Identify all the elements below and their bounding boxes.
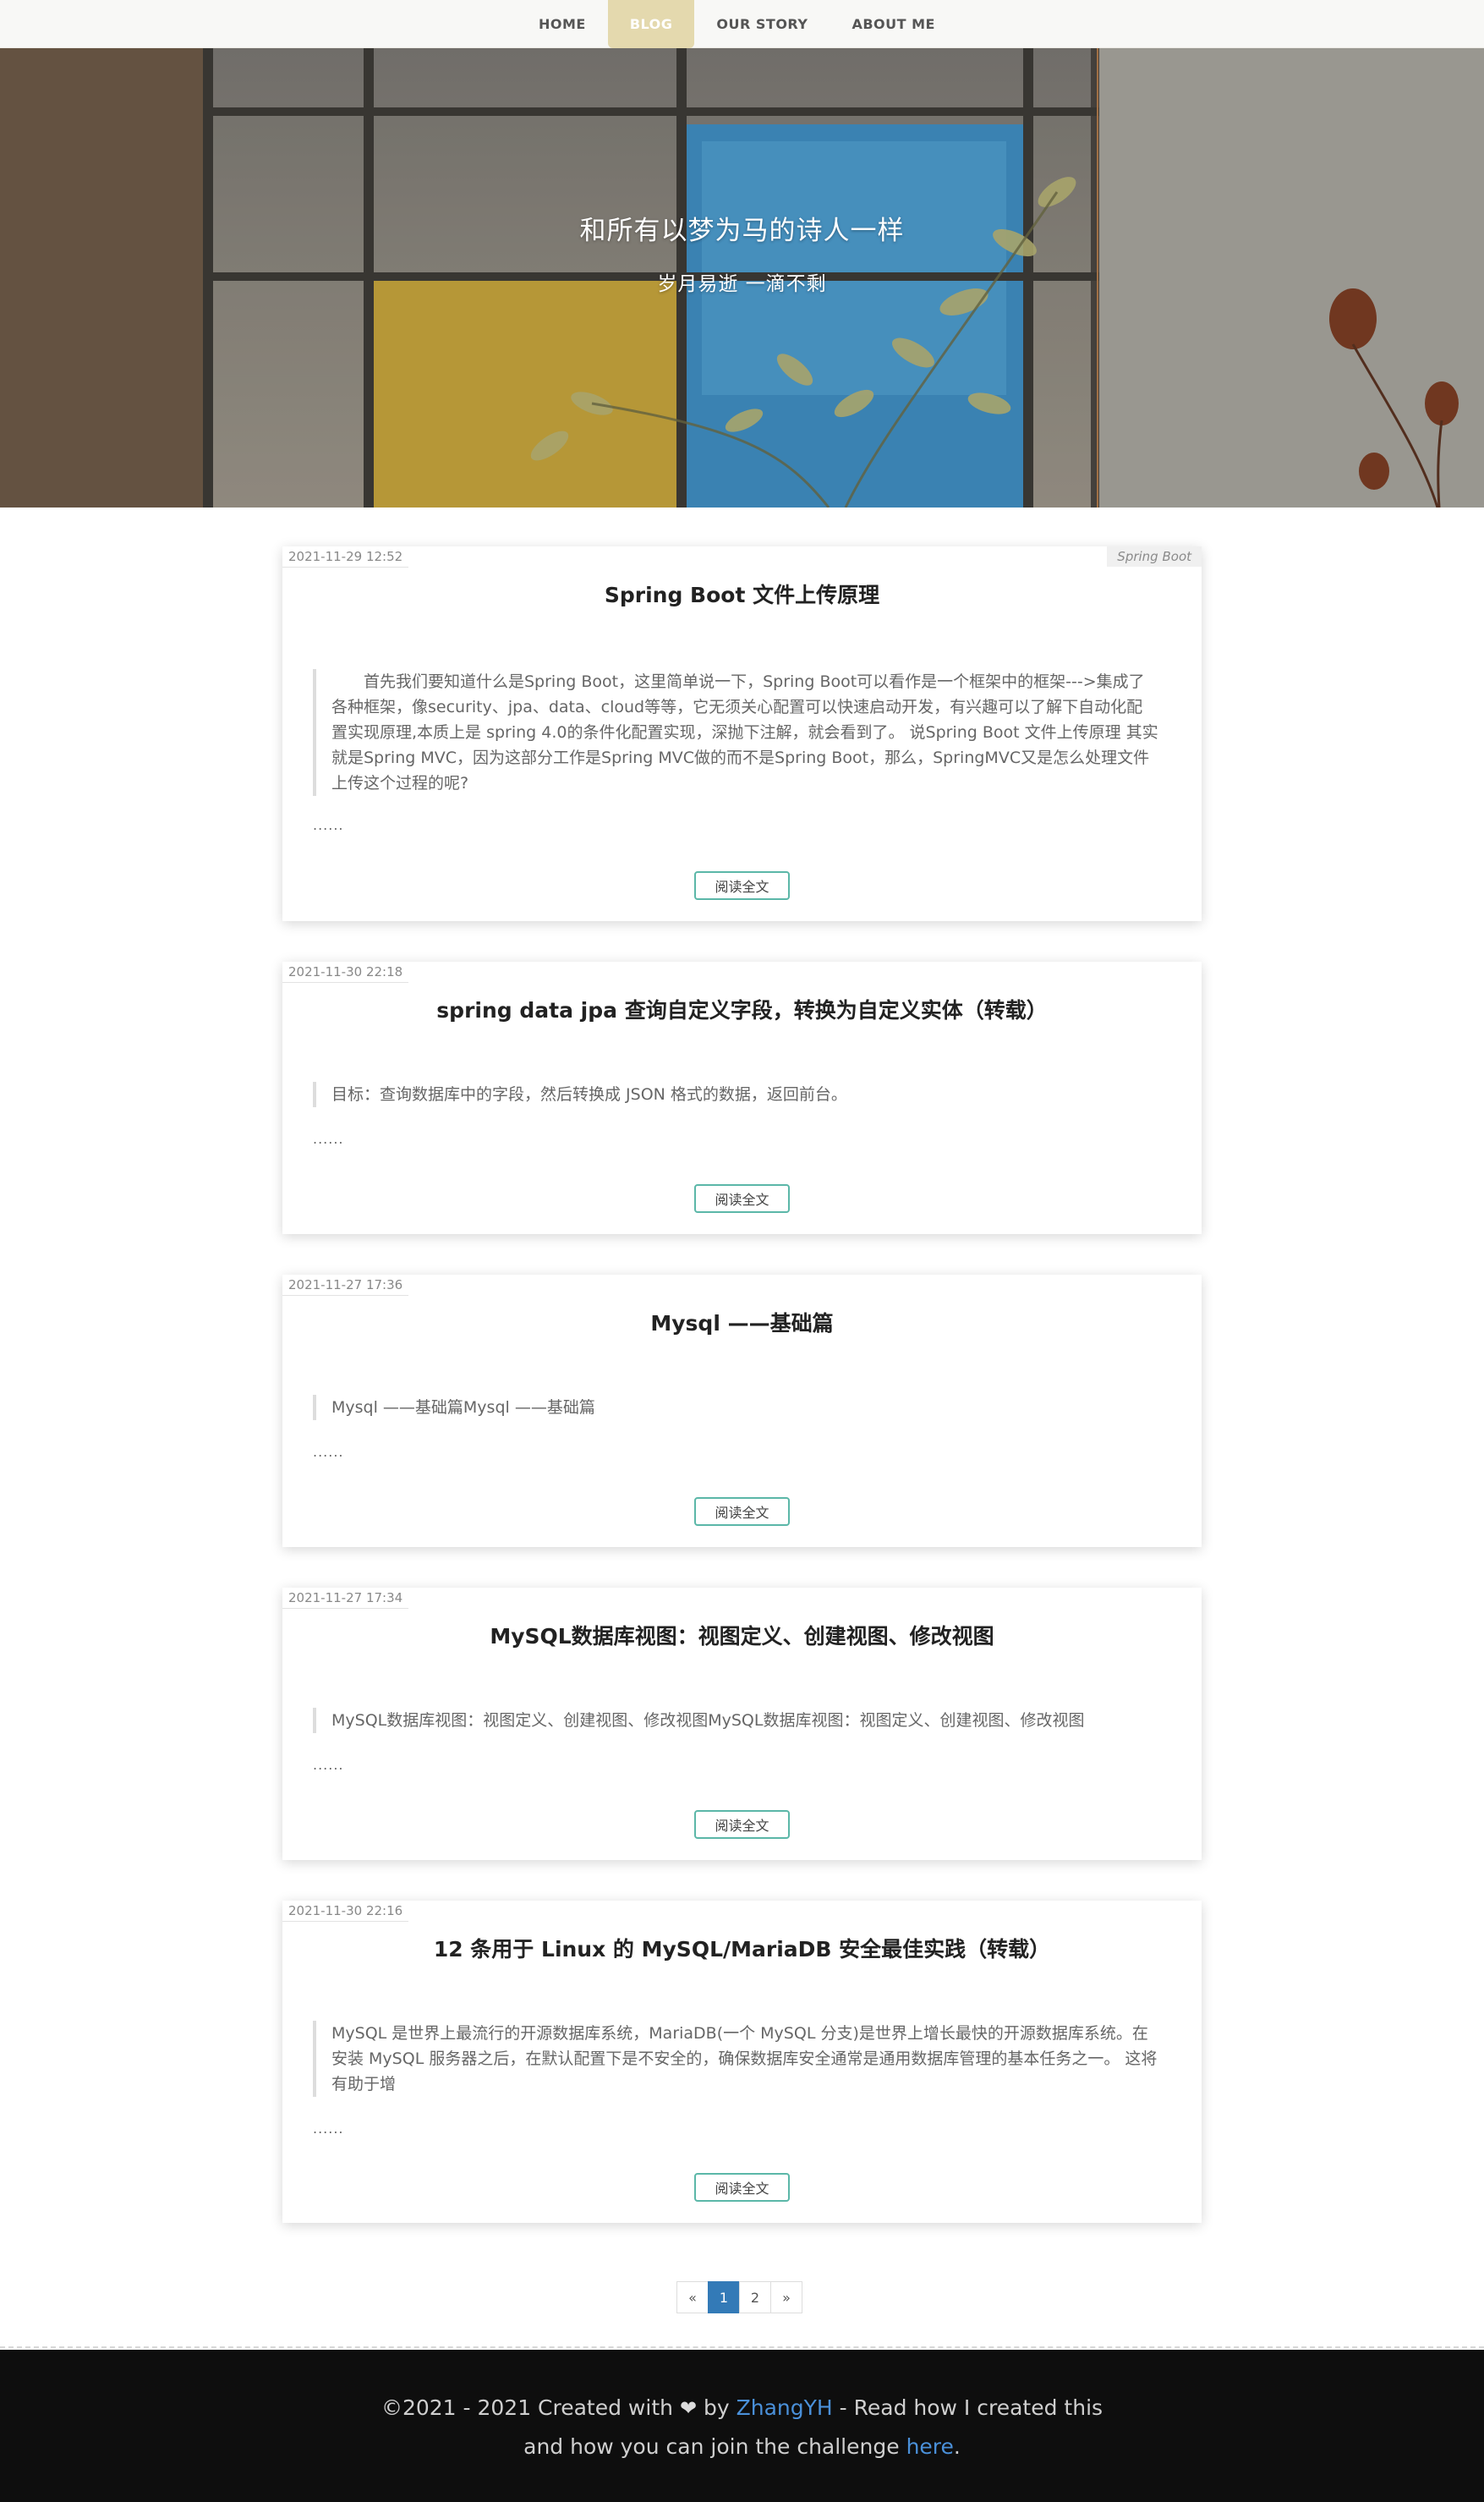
post-card: 2021-11-29 12:52 Spring Boot Spring Boot… <box>282 546 1202 921</box>
footer-by: by <box>704 2395 730 2420</box>
read-more-button[interactable]: 阅读全文 <box>694 1497 790 1526</box>
footer-copyright: ©2021 - 2021 Created with <box>381 2395 673 2420</box>
post-excerpt: 首先我们要知道什么是Spring Boot，这里简单说一下，Spring Boo… <box>313 669 1158 796</box>
post-card: 2021-11-27 17:34 MySQL数据库视图：视图定义、创建视图、修改… <box>282 1588 1202 1860</box>
footer-author-link[interactable]: ZhangYH <box>737 2395 833 2420</box>
post-date: 2021-11-30 22:18 <box>282 962 409 983</box>
post-card: 2021-11-30 22:18 spring data jpa 查询自定义字段… <box>282 962 1202 1234</box>
post-title[interactable]: MySQL数据库视图：视图定义、创建视图、修改视图 <box>282 1620 1202 1650</box>
pagination-next[interactable]: » <box>770 2281 802 2313</box>
read-more-button[interactable]: 阅读全文 <box>694 1810 790 1839</box>
nav-item-our-story[interactable]: OUR STORY <box>694 0 830 48</box>
post-ellipsis: ...... <box>313 1444 344 1460</box>
footer-suffix: . <box>953 2434 961 2459</box>
hero-banner: 和所有以梦为马的诗人一样 岁月易逝 一滴不剩 <box>0 48 1484 508</box>
pagination-prev[interactable]: « <box>676 2281 709 2313</box>
pagination-page-2[interactable]: 2 <box>739 2281 771 2313</box>
post-category-tag[interactable]: Spring Boot <box>1107 546 1202 567</box>
post-date: 2021-11-29 12:52 <box>282 546 409 568</box>
post-ellipsis: ...... <box>313 2121 344 2137</box>
post-title[interactable]: Spring Boot 文件上传原理 <box>282 579 1202 609</box>
read-more-button[interactable]: 阅读全文 <box>694 871 790 900</box>
read-more-button[interactable]: 阅读全文 <box>694 1184 790 1213</box>
post-excerpt: MySQL 是世界上最流行的开源数据库系统，MariaDB(一个 MySQL 分… <box>313 2021 1158 2097</box>
nav-item-blog[interactable]: BLOG <box>607 0 695 48</box>
post-excerpt: MySQL数据库视图：视图定义、创建视图、修改视图MySQL数据库视图：视图定义… <box>313 1708 1158 1733</box>
post-date: 2021-11-30 22:16 <box>282 1901 409 1922</box>
footer: ©2021 - 2021 Created with ❤ by ZhangYH -… <box>0 2350 1484 2502</box>
pagination-page-1[interactable]: 1 <box>708 2281 740 2313</box>
post-excerpt: Mysql ——基础篇Mysql ——基础篇 <box>313 1395 1158 1420</box>
nav-menu: HOME BLOG OUR STORY ABOUT ME <box>517 0 957 48</box>
hero-title: 和所有以梦为马的诗人一样 <box>579 216 905 246</box>
footer-here-link[interactable]: here <box>906 2434 954 2459</box>
post-excerpt: 目标：查询数据库中的字段，然后转换成 JSON 格式的数据，返回前台。 <box>313 1082 1158 1107</box>
post-date: 2021-11-27 17:36 <box>282 1275 409 1296</box>
nav-item-home[interactable]: HOME <box>517 0 608 48</box>
heart-icon: ❤ <box>679 2396 698 2420</box>
post-date: 2021-11-27 17:34 <box>282 1588 409 1609</box>
post-title[interactable]: spring data jpa 查询自定义字段，转换为自定义实体（转载） <box>282 994 1202 1024</box>
hero-subtitle: 岁月易逝 一滴不剩 <box>657 273 827 295</box>
post-ellipsis: ...... <box>313 1757 344 1773</box>
nav-item-about-me[interactable]: ABOUT ME <box>830 0 957 48</box>
post-title[interactable]: 12 条用于 Linux 的 MySQL/MariaDB 安全最佳实践（转载） <box>282 1933 1202 1963</box>
post-ellipsis: ...... <box>313 1131 344 1147</box>
post-ellipsis: ...... <box>313 817 344 833</box>
post-card: 2021-11-27 17:36 Mysql ——基础篇 Mysql ——基础篇… <box>282 1275 1202 1547</box>
post-title[interactable]: Mysql ——基础篇 <box>282 1307 1202 1337</box>
post-card: 2021-11-30 22:16 12 条用于 Linux 的 MySQL/Ma… <box>282 1901 1202 2223</box>
read-more-button[interactable]: 阅读全文 <box>694 2173 790 2202</box>
pagination: « 1 2 » <box>676 2281 802 2313</box>
top-navbar: HOME BLOG OUR STORY ABOUT ME <box>0 0 1484 48</box>
footer-text: ©2021 - 2021 Created with ❤ by ZhangYH -… <box>364 2389 1120 2466</box>
